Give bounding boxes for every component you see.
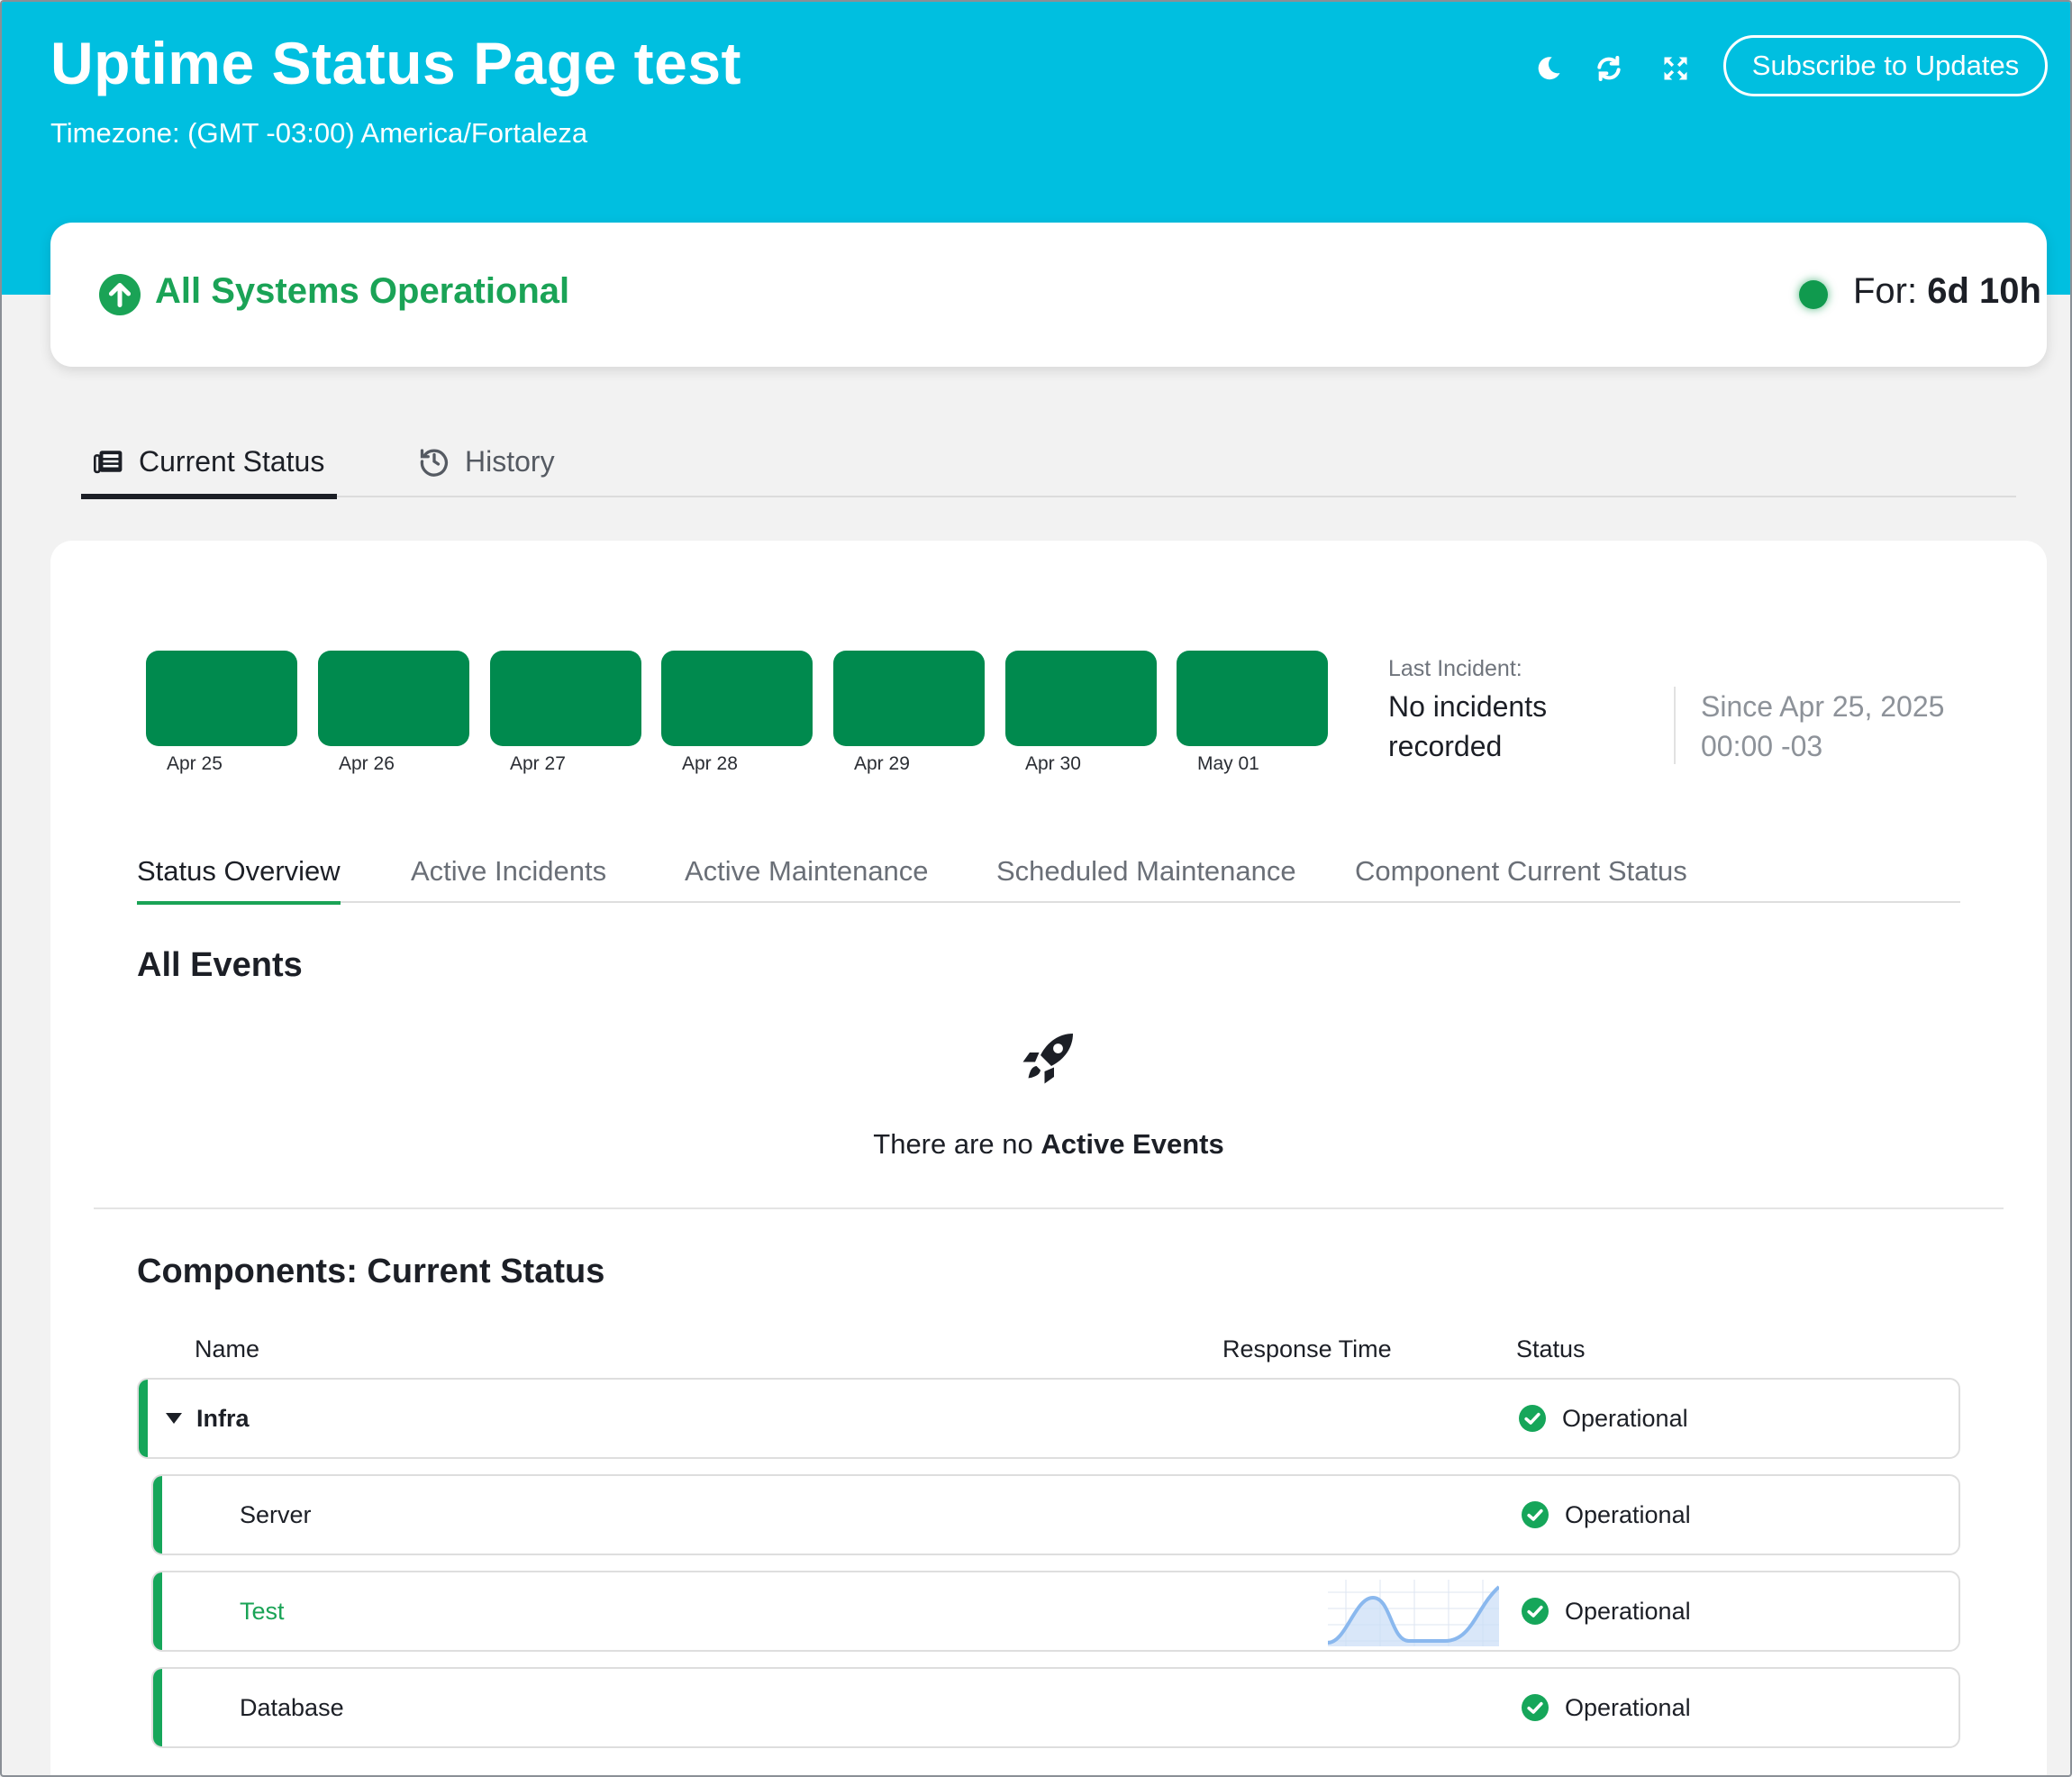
uptime-day-block[interactable] [146,651,297,746]
tab-history[interactable]: History [418,425,555,497]
status-bar [153,1669,162,1746]
check-circle-icon [1522,1501,1549,1528]
response-time-sparkline[interactable] [1328,1580,1499,1646]
component-status: Operational [1522,1572,1691,1650]
subscribe-button[interactable]: Subscribe to Updates [1723,35,2048,96]
component-row[interactable]: Server Operational [151,1474,1960,1555]
last-incident-label: Last Incident: [1388,656,1522,681]
tab-current-status[interactable]: Current Status [81,425,337,499]
check-circle-icon [1522,1598,1549,1625]
status-page: Uptime Status Page test Timezone: (GMT -… [0,0,2072,1777]
uptime-day-block[interactable] [318,651,469,746]
components-title: Components: Current Status [137,1253,605,1290]
component-name-link[interactable]: Test [240,1572,285,1650]
status-duration: For: 6d 10h [1853,271,2041,312]
no-events-prefix: There are no [873,1128,1033,1160]
component-status-label: Operational [1562,1404,1688,1432]
all-events-title: All Events [137,946,303,984]
tab-active-maintenance[interactable]: Active Maintenance [685,840,929,903]
moon-icon[interactable] [1529,49,1568,88]
tab-history-label: History [465,444,555,478]
since-date: Since Apr 25, 2025 00:00 -03 [1701,690,1945,762]
rocket-icon [1022,1034,1073,1084]
component-status-label: Operational [1565,1500,1691,1528]
sub-tabs: Status Overview Active Incidents Active … [137,840,1960,905]
tab-current-status-label: Current Status [139,444,325,478]
section-divider [94,1207,2004,1209]
divider [1674,687,1676,764]
check-circle-icon [1519,1405,1546,1432]
tab-status-overview[interactable]: Status Overview [137,840,341,905]
timezone-label: Timezone: (GMT -03:00) America/Fortaleza [50,117,588,149]
page-title: Uptime Status Page test [50,30,742,96]
uptime-day-label: Apr 28 [682,753,738,774]
uptime-day-label: Apr 27 [510,753,566,774]
status-duration-value: 6d 10h [1927,271,2041,311]
tab-active-incidents[interactable]: Active Incidents [411,840,606,903]
component-name: Database [240,1693,344,1721]
uptime-day-block[interactable] [1005,651,1157,746]
column-header-name: Name [195,1335,260,1362]
status-bar [153,1476,162,1554]
component-status: Operational [1522,1476,1691,1554]
column-header-status: Status [1516,1335,1586,1362]
overall-status-text: All Systems Operational [155,271,570,311]
uptime-day-block[interactable] [1177,651,1328,746]
uptime-day-label: Apr 30 [1025,753,1081,774]
newspaper-icon [94,451,123,474]
component-status: Operational [1519,1380,1688,1457]
component-row[interactable]: Database Operational [151,1667,1960,1748]
caret-down-icon[interactable] [166,1412,182,1425]
no-events-bold: Active Events [1041,1128,1224,1160]
main-tabs: Current Status History [81,425,2016,499]
uptime-day-block[interactable] [833,651,985,746]
last-incident-value: No incidents recorded [1388,690,1548,762]
uptime-day-label: Apr 29 [854,753,910,774]
component-row[interactable]: Test Operational [151,1571,1960,1652]
overall-status-card: All Systems Operational For: 6d 10h [50,223,2047,367]
column-header-response-time: Response Time [1222,1335,1392,1362]
fullscreen-icon[interactable] [1656,49,1695,88]
component-name: Server [240,1500,312,1528]
arrow-up-circle-icon [99,274,141,315]
status-duration-label: For: [1853,271,1918,311]
uptime-day-label: May 01 [1197,753,1259,774]
content-card: Apr 25 Apr 26 Apr 27 Apr 28 Apr 29 Apr 3… [50,541,2047,1775]
status-indicator-dot [1799,280,1828,309]
uptime-day-block[interactable] [661,651,813,746]
tab-component-current-status[interactable]: Component Current Status [1355,840,1687,903]
component-status-label: Operational [1565,1597,1691,1625]
uptime-day-label: Apr 26 [339,753,395,774]
no-events-message: There are no Active Events [50,1128,2047,1161]
component-group-row[interactable]: Infra Operational [137,1378,1960,1459]
tab-scheduled-maintenance[interactable]: Scheduled Maintenance [996,840,1296,903]
component-status-label: Operational [1565,1693,1691,1721]
history-icon [420,449,449,477]
refresh-icon[interactable] [1589,49,1629,88]
component-name: Infra [196,1404,250,1432]
status-bar [153,1572,162,1650]
status-bar [139,1380,148,1457]
uptime-day-block[interactable] [490,651,641,746]
uptime-day-label: Apr 25 [167,753,223,774]
component-status: Operational [1522,1669,1691,1746]
check-circle-icon [1522,1694,1549,1721]
